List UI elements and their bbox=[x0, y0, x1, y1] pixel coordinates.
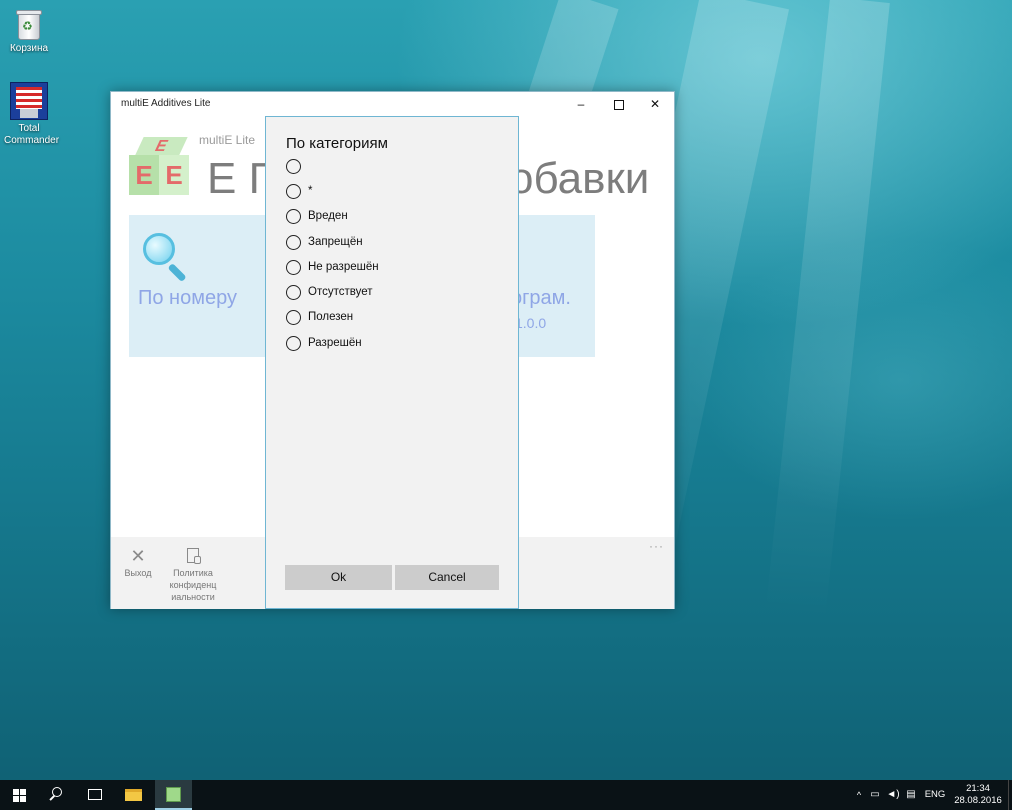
folder-icon bbox=[125, 789, 142, 801]
start-button[interactable] bbox=[0, 780, 38, 810]
light-ray bbox=[765, 0, 890, 620]
category-dialog: По категориям * Вреден Запрещён Не разре… bbox=[265, 116, 519, 609]
desktop-icon-label: Total Commander bbox=[4, 123, 60, 146]
radio-button[interactable] bbox=[286, 235, 301, 250]
cancel-button[interactable]: Cancel bbox=[395, 565, 499, 590]
magnifier-icon bbox=[143, 233, 187, 283]
language-indicator[interactable]: ENG bbox=[922, 780, 948, 810]
desktop-icon-recycle-bin[interactable]: ♻ Корзина bbox=[0, 6, 58, 55]
privacy-policy-button[interactable]: Политика конфиденц иальности bbox=[165, 545, 221, 603]
tile-label-program: ограм. bbox=[511, 287, 571, 309]
clock-date: 28.08.2016 bbox=[954, 795, 1002, 806]
tile-label-by-number[interactable]: По номеру bbox=[138, 287, 237, 310]
keyboard-icon[interactable]: ▤ bbox=[902, 780, 920, 810]
radio-button[interactable] bbox=[286, 310, 301, 325]
exit-button[interactable]: ✕ Выход bbox=[119, 545, 157, 579]
task-view-icon bbox=[88, 789, 102, 800]
desktop-icon-label: Корзина bbox=[9, 43, 49, 54]
radio-label: Разрешён bbox=[308, 337, 362, 349]
clock[interactable]: 21:34 28.08.2016 bbox=[950, 783, 1006, 807]
window-title: multiE Additives Lite bbox=[121, 98, 211, 109]
recycle-bin-icon: ♻ bbox=[14, 6, 44, 40]
close-button[interactable]: ✕ bbox=[637, 92, 673, 116]
more-options-button[interactable]: ··· bbox=[649, 539, 664, 553]
volume-icon[interactable]: ◄) bbox=[884, 780, 902, 810]
ok-button[interactable]: Ok bbox=[285, 565, 392, 590]
radio-label: Запрещён bbox=[308, 236, 363, 248]
app-cube-icon bbox=[166, 787, 181, 802]
minimize-button[interactable]: – bbox=[563, 92, 599, 116]
taskbar: ^ ▭ ◄) ▤ ENG 21:34 28.08.2016 bbox=[0, 780, 1012, 810]
show-desktop-button[interactable] bbox=[1008, 780, 1012, 810]
exit-label: Выход bbox=[124, 568, 152, 578]
task-view-button[interactable] bbox=[76, 780, 114, 810]
radio-label: * bbox=[308, 185, 313, 197]
document-lock-icon bbox=[165, 545, 221, 567]
radio-label: Не разрешён bbox=[308, 261, 379, 273]
windows-logo-icon bbox=[13, 789, 26, 802]
app-subtitle: multiE Lite bbox=[199, 133, 256, 147]
close-icon: ✕ bbox=[130, 546, 146, 566]
maximize-icon bbox=[614, 99, 624, 110]
radio-button[interactable] bbox=[286, 336, 301, 351]
file-explorer-button[interactable] bbox=[114, 780, 152, 810]
radio-button[interactable] bbox=[286, 285, 301, 300]
show-hidden-icons-button[interactable]: ^ bbox=[852, 780, 866, 810]
radio-label: Отсутствует bbox=[308, 286, 373, 298]
dialog-title: По категориям bbox=[286, 135, 388, 152]
tile-version: 1.0.0 bbox=[515, 315, 547, 331]
title-bar[interactable]: multiE Additives Lite – ✕ bbox=[111, 92, 674, 116]
network-icon[interactable]: ▭ bbox=[866, 780, 884, 810]
radio-label: Полезен bbox=[308, 311, 354, 323]
app-logo-cube-icon: E E E bbox=[129, 137, 191, 199]
maximize-button[interactable] bbox=[601, 92, 637, 116]
clock-time: 21:34 bbox=[966, 783, 990, 794]
radio-button[interactable] bbox=[286, 184, 301, 199]
radio-button[interactable] bbox=[286, 159, 301, 174]
privacy-label: Политика конфиденц иальности bbox=[169, 568, 217, 602]
taskbar-app-multie[interactable] bbox=[155, 780, 192, 810]
app-heading-right: обавки bbox=[509, 154, 650, 203]
radio-label: Вреден bbox=[308, 210, 348, 222]
desktop-icon-total-commander[interactable]: Total Commander bbox=[0, 82, 60, 147]
total-commander-icon bbox=[10, 82, 48, 120]
search-button[interactable] bbox=[38, 780, 76, 810]
radio-button[interactable] bbox=[286, 260, 301, 275]
radio-button[interactable] bbox=[286, 209, 301, 224]
